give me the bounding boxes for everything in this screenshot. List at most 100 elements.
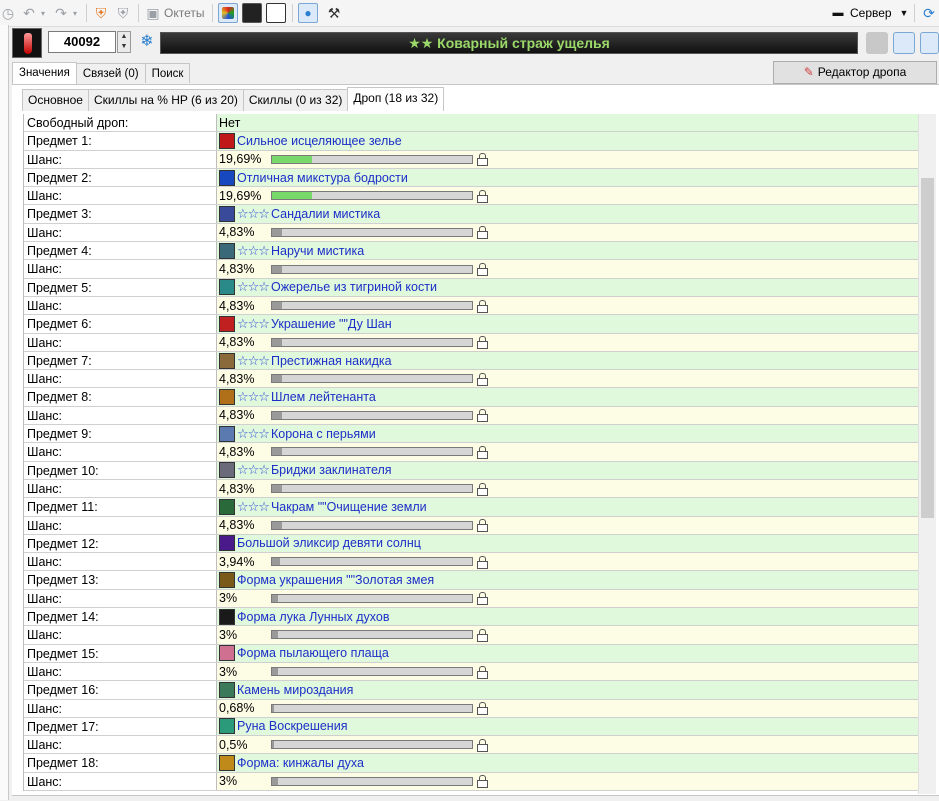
drop-item-value[interactable]: ☆☆☆ Чакрам ""Очищение земли [217, 498, 919, 515]
item-name-link[interactable]: Чакрам ""Очищение земли [271, 498, 427, 515]
tab-drop[interactable]: Дроп (18 из 32) [347, 87, 445, 111]
chance-slider[interactable] [271, 374, 473, 384]
chance-value[interactable]: 3,94% [217, 553, 919, 570]
item-name-link[interactable]: Ожерелье из тигриной кости [271, 279, 437, 296]
chance-slider[interactable] [271, 593, 473, 603]
chance-slider[interactable] [271, 630, 473, 640]
chance-value[interactable]: 4,83% [217, 224, 919, 241]
drop-item-value[interactable]: ☆☆☆ Сандалии мистика [217, 205, 919, 223]
drop-item-value[interactable]: Камень мироздания [217, 681, 919, 698]
drop-item-value[interactable]: ☆☆☆ Ожерелье из тигриной кости [217, 279, 919, 296]
chance-value[interactable]: 0,68% [217, 700, 919, 717]
item-name-link[interactable]: Форма: кинжалы духа [237, 754, 364, 771]
item-name-link[interactable]: Корона с перьями [271, 425, 376, 442]
item-name-link[interactable]: Шлем лейтенанта [271, 388, 376, 405]
drop-item-value[interactable]: ☆☆☆ Наручи мистика [217, 242, 919, 259]
chance-slider[interactable] [271, 520, 473, 530]
lock-icon[interactable] [476, 738, 488, 752]
item-name-link[interactable]: Престижная накидка [271, 352, 392, 369]
history-icon[interactable]: ◷ [0, 3, 16, 23]
chance-value[interactable]: 3% [217, 590, 919, 607]
chance-slider[interactable] [271, 703, 473, 713]
item-name-link[interactable]: Большой эликсир девяти солнц [237, 535, 421, 552]
server-dropdown-chevron-icon[interactable]: ▼ [898, 3, 910, 23]
tab-skills-hp[interactable]: Скиллы на % HP (6 из 20) [87, 89, 244, 111]
spin-up-icon[interactable]: ▲ [118, 32, 130, 42]
npc-id-input[interactable]: 40092 [48, 31, 116, 53]
lock-icon[interactable] [476, 445, 488, 459]
chance-value[interactable]: 4,83% [217, 443, 919, 460]
drop-item-value[interactable]: Форма пылающего плаща [217, 645, 919, 662]
lock-icon[interactable] [476, 299, 488, 313]
item-name-link[interactable]: Наручи мистика [271, 242, 364, 259]
drop-item-value[interactable]: Форма украшения ""Золотая змея [217, 571, 919, 589]
tab-values[interactable]: Значения [12, 62, 77, 84]
lock-icon[interactable] [476, 519, 488, 533]
drop-item-value[interactable]: Большой эликсир девяти солнц [217, 535, 919, 552]
item-name-link[interactable]: Форма лука Лунных духов [237, 608, 390, 625]
tab-skills[interactable]: Скиллы (0 из 32) [242, 89, 349, 111]
chance-value[interactable]: 3% [217, 663, 919, 680]
lock-icon[interactable] [476, 628, 488, 642]
drop-item-value[interactable]: Форма: кинжалы духа [217, 754, 919, 772]
chance-slider[interactable] [271, 154, 473, 164]
chance-value[interactable]: 4,83% [217, 480, 919, 497]
lock-icon[interactable] [476, 482, 488, 496]
lock-icon[interactable] [476, 263, 488, 277]
lock-icon[interactable] [476, 409, 488, 423]
tools-icon[interactable]: ⚒ [324, 3, 344, 23]
spin-down-icon[interactable]: ▼ [118, 42, 130, 52]
chance-slider[interactable] [271, 447, 473, 457]
drop-item-value[interactable]: Форма лука Лунных духов [217, 608, 919, 625]
redo-dropdown-icon[interactable]: ▾ [70, 3, 80, 23]
redo-icon[interactable]: ↷ [52, 3, 70, 23]
item-name-link[interactable]: Форма украшения ""Золотая змея [237, 571, 434, 588]
shield-check-icon[interactable]: ⛨ [92, 3, 110, 23]
npc-id-spinner[interactable]: ▲ ▼ [117, 31, 131, 53]
chance-slider[interactable] [271, 484, 473, 494]
chance-slider[interactable] [271, 776, 473, 786]
chance-value[interactable]: 4,83% [217, 260, 919, 277]
drop-item-value[interactable]: ☆☆☆ Шлем лейтенанта [217, 388, 919, 406]
drop-item-value[interactable]: Отличная микстура бодрости [217, 169, 919, 186]
image-icon[interactable] [242, 3, 262, 23]
item-name-link[interactable]: Бриджи заклинателя [271, 462, 392, 479]
chance-slider[interactable] [271, 191, 473, 201]
snowflake-icon[interactable]: ❄ [136, 31, 158, 53]
chance-value[interactable]: 19,69% [217, 187, 919, 204]
lightbulb-icon[interactable]: ● [298, 3, 318, 23]
chance-slider[interactable] [271, 667, 473, 677]
drop-item-value[interactable]: Сильное исцеляющее зелье [217, 132, 919, 149]
window-icon[interactable] [266, 3, 286, 23]
color-palette-icon[interactable] [218, 3, 238, 23]
item-name-link[interactable]: Руна Воскрешения [237, 718, 347, 735]
chance-slider[interactable] [271, 301, 473, 311]
item-name-link[interactable]: Украшение ""Ду Шан [271, 315, 392, 332]
chance-value[interactable]: 4,83% [217, 407, 919, 424]
lock-icon[interactable] [476, 592, 488, 606]
chance-slider[interactable] [271, 740, 473, 750]
shield-icon[interactable]: ⛨ [114, 3, 132, 23]
undo-icon[interactable]: ↶ [20, 3, 38, 23]
lock-icon[interactable] [476, 226, 488, 240]
chance-value[interactable]: 0,5% [217, 736, 919, 753]
item-name-link[interactable]: Сандалии мистика [271, 205, 380, 222]
moon-icon[interactable] [866, 32, 888, 54]
lock-icon[interactable] [476, 665, 488, 679]
item-name-link[interactable]: Отличная микстура бодрости [237, 169, 408, 186]
lock-icon[interactable] [476, 153, 488, 167]
drop-item-value[interactable]: ☆☆☆ Корона с перьями [217, 425, 919, 442]
chance-value[interactable]: 4,83% [217, 334, 919, 351]
chance-value[interactable]: 3% [217, 773, 919, 790]
tab-basic[interactable]: Основное [22, 89, 89, 111]
drop-item-value[interactable]: ☆☆☆ Украшение ""Ду Шан [217, 315, 919, 332]
eye-icon[interactable] [920, 32, 939, 54]
chance-slider[interactable] [271, 227, 473, 237]
lock-icon[interactable] [476, 372, 488, 386]
copy-icon[interactable] [893, 32, 915, 54]
tab-search[interactable]: Поиск [144, 63, 191, 83]
vertical-scrollbar[interactable] [918, 114, 936, 794]
lock-icon[interactable] [476, 702, 488, 716]
chance-value[interactable]: 4,83% [217, 370, 919, 387]
chance-slider[interactable] [271, 410, 473, 420]
